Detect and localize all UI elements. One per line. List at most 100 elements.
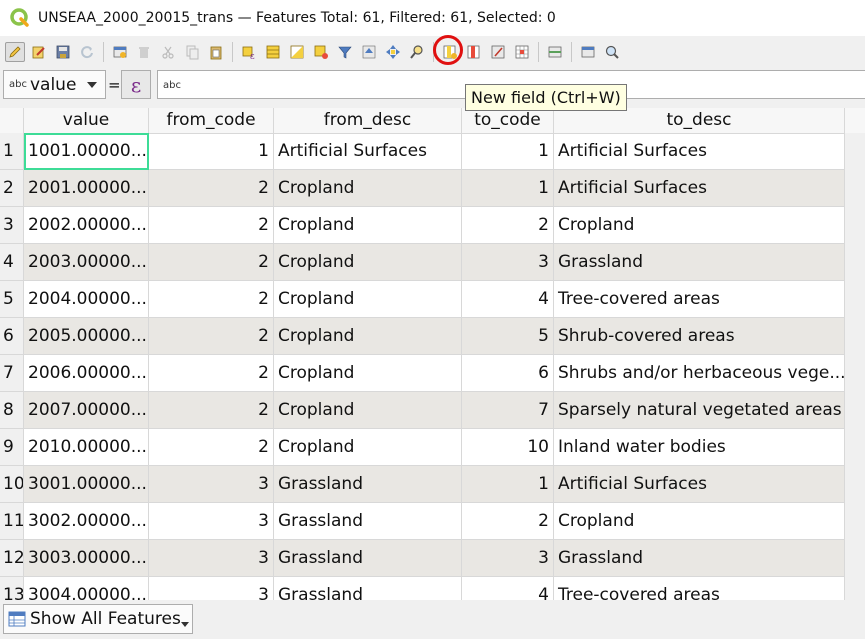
cell-from-desc[interactable]: Grassland: [274, 577, 462, 600]
column-header-value[interactable]: value: [24, 108, 149, 133]
table-row[interactable]: 6 2005.00000... 2 Cropland 5 Shrub-covered ar…: [0, 318, 845, 355]
cell-from-code[interactable]: 3: [149, 577, 274, 600]
cell-from-desc[interactable]: Cropland: [274, 170, 462, 207]
add-feature-button[interactable]: [110, 42, 130, 62]
row-number[interactable]: 4: [0, 244, 24, 281]
filter-button[interactable]: [335, 42, 355, 62]
cell-value[interactable]: 3004.00000...: [24, 577, 149, 600]
cell-to-code[interactable]: 5: [462, 318, 554, 355]
cell-value[interactable]: 2002.00000...: [24, 207, 149, 244]
row-number[interactable]: 1: [0, 133, 24, 170]
conditional-formatting-button[interactable]: [512, 42, 532, 62]
multi-edit-button[interactable]: [29, 42, 49, 62]
cell-to-code[interactable]: 1: [462, 133, 554, 170]
cell-from-desc[interactable]: Cropland: [274, 281, 462, 318]
select-all-button[interactable]: [263, 42, 283, 62]
cell-value[interactable]: 3003.00000...: [24, 540, 149, 577]
cell-to-desc[interactable]: Cropland: [554, 207, 845, 244]
row-number[interactable]: 12: [0, 540, 24, 577]
column-header-to-desc[interactable]: to_desc: [554, 108, 845, 133]
cell-to-code[interactable]: 2: [462, 503, 554, 540]
cell-to-code[interactable]: 1: [462, 170, 554, 207]
show-features-button[interactable]: Show All Features: [3, 604, 193, 634]
cell-from-desc[interactable]: Grassland: [274, 466, 462, 503]
row-number[interactable]: 5: [0, 281, 24, 318]
row-number[interactable]: 7: [0, 355, 24, 392]
cell-from-code[interactable]: 2: [149, 355, 274, 392]
cell-from-desc[interactable]: Cropland: [274, 429, 462, 466]
cell-to-code[interactable]: 2: [462, 207, 554, 244]
cell-from-code[interactable]: 2: [149, 318, 274, 355]
cut-button[interactable]: [158, 42, 178, 62]
cell-from-code[interactable]: 1: [149, 133, 274, 170]
cell-to-code[interactable]: 4: [462, 577, 554, 600]
cell-to-desc[interactable]: Sparsely natural vegetated areas: [554, 392, 845, 429]
cell-to-desc[interactable]: Shrub-covered areas: [554, 318, 845, 355]
cell-value[interactable]: 2003.00000...: [24, 244, 149, 281]
save-edits-button[interactable]: [53, 42, 73, 62]
cell-to-desc[interactable]: Tree-covered areas: [554, 281, 845, 318]
row-number[interactable]: 9: [0, 429, 24, 466]
cell-from-desc[interactable]: Cropland: [274, 355, 462, 392]
column-header-to-code[interactable]: to_code: [462, 108, 554, 133]
cell-from-desc[interactable]: Cropland: [274, 207, 462, 244]
row-number[interactable]: 13: [0, 577, 24, 600]
copy-button[interactable]: [182, 42, 202, 62]
cell-to-desc[interactable]: Grassland: [554, 540, 845, 577]
cell-value[interactable]: 2010.00000...: [24, 429, 149, 466]
column-header-from-desc[interactable]: from_desc: [274, 108, 462, 133]
cell-to-desc[interactable]: Grassland: [554, 244, 845, 281]
cell-to-code[interactable]: 4: [462, 281, 554, 318]
expression-builder-button[interactable]: ε: [121, 70, 151, 99]
cell-to-desc[interactable]: Tree-covered areas: [554, 577, 845, 600]
table-row[interactable]: 10 3001.00000... 3 Grassland 1 Artificial Sur…: [0, 466, 845, 503]
deselect-all-button[interactable]: [311, 42, 331, 62]
field-select[interactable]: abc value: [3, 70, 106, 99]
table-row[interactable]: 5 2004.00000... 2 Cropland 4 Tree-covered are…: [0, 281, 845, 318]
delete-field-button[interactable]: [464, 42, 484, 62]
table-row[interactable]: 4 2003.00000... 2 Cropland 3 Grassland: [0, 244, 845, 281]
cell-from-code[interactable]: 2: [149, 392, 274, 429]
cell-from-desc[interactable]: Cropland: [274, 318, 462, 355]
cell-from-desc[interactable]: Grassland: [274, 540, 462, 577]
table-row[interactable]: 7 2006.00000... 2 Cropland 6 Shrubs and/or he…: [0, 355, 845, 392]
cell-value[interactable]: 1001.00000...: [24, 133, 149, 170]
table-row[interactable]: 3 2002.00000... 2 Cropland 2 Cropland: [0, 207, 845, 244]
select-by-expression-button[interactable]: ε: [239, 42, 259, 62]
delete-feature-button[interactable]: [134, 42, 154, 62]
cell-to-code[interactable]: 1: [462, 466, 554, 503]
cell-to-desc[interactable]: Shrubs and/or herbaceous vege...: [554, 355, 845, 392]
cell-to-code[interactable]: 3: [462, 244, 554, 281]
cell-value[interactable]: 3001.00000...: [24, 466, 149, 503]
cell-from-code[interactable]: 3: [149, 540, 274, 577]
cell-value[interactable]: 2007.00000...: [24, 392, 149, 429]
cell-from-code[interactable]: 3: [149, 503, 274, 540]
table-row[interactable]: 2 2001.00000... 2 Cropland 1 Artificial Surfa…: [0, 170, 845, 207]
cell-from-code[interactable]: 2: [149, 170, 274, 207]
cell-value[interactable]: 3002.00000...: [24, 503, 149, 540]
new-field-button[interactable]: [433, 35, 463, 65]
table-row[interactable]: 9 2010.00000... 2 Cropland 10 Inland water bo…: [0, 429, 845, 466]
row-number[interactable]: 6: [0, 318, 24, 355]
table-row[interactable]: 1 1001.00000... 1 Artificial Surfaces 1 Artif…: [0, 133, 845, 170]
cell-from-desc[interactable]: Grassland: [274, 503, 462, 540]
reload-button[interactable]: [77, 42, 97, 62]
invert-selection-button[interactable]: [287, 42, 307, 62]
column-header-from-code[interactable]: from_code: [149, 108, 274, 133]
cell-to-code[interactable]: 6: [462, 355, 554, 392]
cell-from-desc[interactable]: Cropland: [274, 244, 462, 281]
cell-to-desc[interactable]: Artificial Surfaces: [554, 133, 845, 170]
cell-to-code[interactable]: 7: [462, 392, 554, 429]
cell-to-desc[interactable]: Artificial Surfaces: [554, 466, 845, 503]
row-number[interactable]: 11: [0, 503, 24, 540]
table-row[interactable]: 12 3003.00000... 3 Grassland 3 Grassland: [0, 540, 845, 577]
table-row[interactable]: 8 2007.00000... 2 Cropland 7 Sparsely natural…: [0, 392, 845, 429]
row-number[interactable]: 8: [0, 392, 24, 429]
table-row[interactable]: 11 3002.00000... 3 Grassland 2 Cropland: [0, 503, 845, 540]
zoom-map-button[interactable]: [602, 42, 622, 62]
cell-from-desc[interactable]: Artificial Surfaces: [274, 133, 462, 170]
dock-button[interactable]: [545, 42, 565, 62]
actions-button[interactable]: [578, 42, 598, 62]
zoom-to-selection-button[interactable]: [407, 42, 427, 62]
field-calculator-button[interactable]: [488, 42, 508, 62]
